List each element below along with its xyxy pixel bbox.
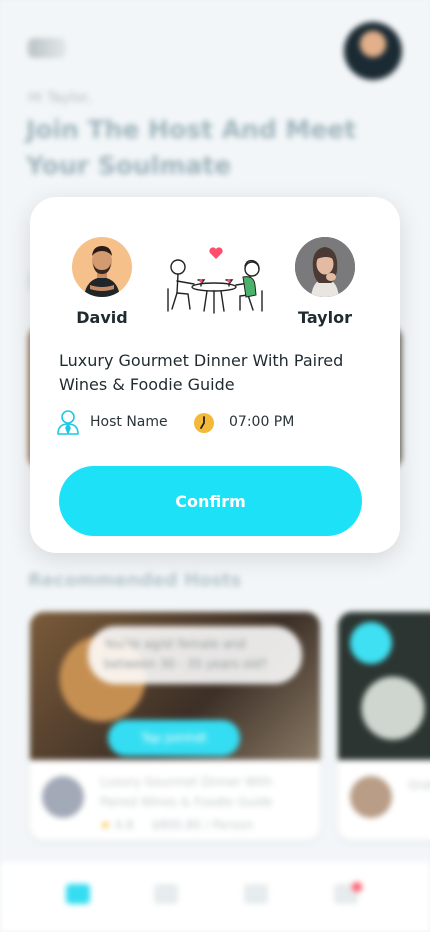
join-button[interactable]: Tap Joinhdt [108, 720, 240, 756]
couple-dinner-illustration [167, 247, 263, 314]
calendar-icon[interactable] [154, 884, 178, 904]
card-event-title: Gratr [408, 778, 430, 792]
greeting-text: Hi Taylor, [28, 90, 93, 106]
david-avatar [72, 237, 132, 297]
app-logo [28, 38, 66, 58]
host-avatar [350, 776, 392, 818]
confirm-button[interactable]: Confirm [59, 466, 362, 536]
profile-avatar[interactable] [344, 22, 402, 80]
card-event-title: Luxury Gourmet Dinner With Paired Wines … [100, 775, 273, 809]
host-card[interactable]: Gratr [338, 612, 430, 840]
recommended-title: Recommended Hosts [28, 570, 242, 591]
card-bubble: You're ag/st female and between 30 - 35 … [88, 626, 302, 684]
host-card[interactable]: You're ag/st female and between 30 - 35 … [30, 612, 320, 840]
bottom-nav [0, 862, 430, 932]
price-value: $800.80 / Person [151, 818, 254, 832]
taylor-avatar [295, 237, 355, 297]
page-title: Join The Host And Meet Your Soulmate [26, 115, 357, 180]
host-avatar [42, 776, 84, 818]
guest-left: David [62, 237, 142, 327]
event-time: 07:00 PM [229, 414, 295, 430]
guest-left-name: David [76, 308, 128, 327]
card-rating: ★ 4.8 $800.80 / Person [100, 818, 253, 832]
event-title: Luxury Gourmet Dinner With Paired Wines … [59, 351, 344, 394]
guest-right-name: Taylor [298, 308, 352, 327]
notification-badge [352, 882, 362, 892]
event-meta: Host Name 07:00 PM [56, 409, 376, 437]
rating-value: 4.8 [114, 818, 134, 832]
match-confirm-modal: David Taylor Luxury Gourmet Dinner With … [30, 197, 400, 553]
star-icon: ★ [100, 818, 111, 832]
home-icon[interactable] [66, 884, 90, 904]
user-tie-icon [57, 410, 79, 435]
clock-icon [194, 413, 214, 433]
card-badge [350, 622, 392, 664]
host-name: Host Name [90, 414, 168, 430]
message-icon[interactable] [244, 884, 268, 904]
guest-right: Taylor [285, 237, 365, 327]
